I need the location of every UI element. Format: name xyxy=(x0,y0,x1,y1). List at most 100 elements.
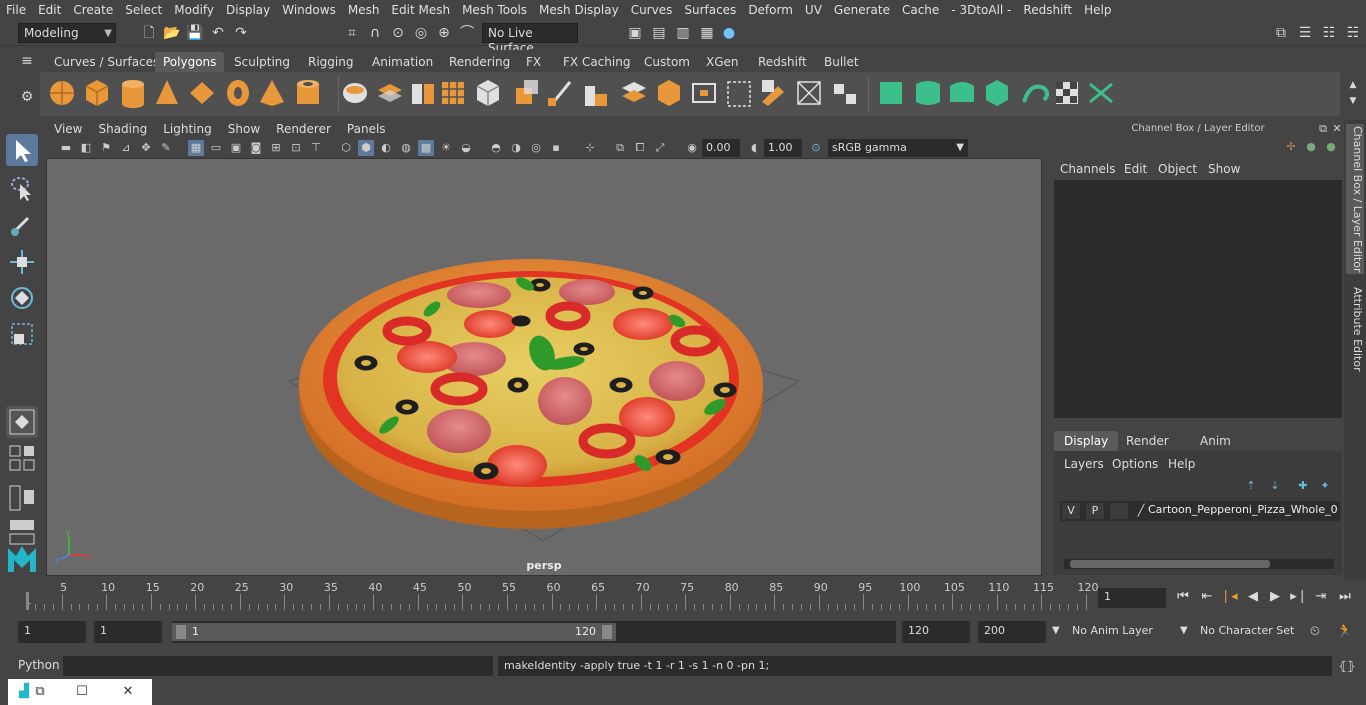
menu-mesh-tools[interactable]: Mesh Tools xyxy=(456,3,533,17)
menu-help[interactable]: Help xyxy=(1078,3,1117,17)
playback-end-field[interactable]: 120 xyxy=(902,621,970,643)
scale-tool[interactable] xyxy=(6,318,38,350)
pizza-model[interactable] xyxy=(299,259,763,529)
smooth-icon[interactable] xyxy=(442,82,464,104)
help-menu[interactable]: Help xyxy=(1168,457,1195,471)
scene-start-field[interactable]: 1 xyxy=(18,621,86,643)
menu-create[interactable]: Create xyxy=(67,3,119,17)
move-layer-up-icon[interactable]: ⇡ xyxy=(1242,477,1260,495)
current-time-marker[interactable] xyxy=(26,592,29,610)
tab-anim[interactable]: Anim xyxy=(1190,431,1241,451)
panel-menu-show[interactable]: Show xyxy=(220,122,268,136)
new-scene-icon[interactable]: 🗋 xyxy=(140,24,158,42)
undo-icon[interactable]: ↶ xyxy=(209,24,227,42)
hyper-icon[interactable]: ● xyxy=(1322,138,1340,156)
layer-name[interactable]: Cartoon_Pepperoni_Pizza_Whole_001 xyxy=(1148,503,1338,516)
shelf-menu-icon[interactable]: ≡ xyxy=(18,52,36,70)
xray-icon[interactable]: ◓ xyxy=(488,140,504,156)
toggle-attribute-editor-icon[interactable]: ☰ xyxy=(1296,24,1314,42)
snap-curve-icon[interactable]: ∩ xyxy=(366,24,384,42)
range-slider-handle[interactable]: 1 120 xyxy=(172,623,616,641)
wireframe-on-shaded-icon[interactable]: ◍ xyxy=(398,140,414,156)
grid-toggle-icon[interactable]: ▦ xyxy=(188,140,204,156)
script-editor-icon[interactable]: ⦃⦄ xyxy=(1338,657,1356,675)
tab-custom[interactable]: Custom xyxy=(636,52,698,72)
target-weld-icon[interactable] xyxy=(797,81,821,105)
auto-key-icon[interactable]: ⏲ xyxy=(1306,623,1324,641)
new-layer-selected-icon[interactable]: ✦ xyxy=(1316,477,1334,495)
separate-icon[interactable] xyxy=(378,84,402,102)
workspace-icon[interactable]: ⧉ xyxy=(1272,24,1290,42)
uv-spherical-icon[interactable] xyxy=(950,82,974,102)
menu-deform[interactable]: Deform xyxy=(742,3,799,17)
field-chart-icon[interactable]: ⊞ xyxy=(268,140,284,156)
isolate-select-icon[interactable]: ⊹ xyxy=(582,140,598,156)
resolution-gate-icon[interactable]: ▣ xyxy=(228,140,244,156)
step-back-key-icon[interactable]: ⇤ xyxy=(1198,588,1216,606)
command-input[interactable] xyxy=(63,656,493,676)
menu-surfaces[interactable]: Surfaces xyxy=(678,3,742,17)
close-window-icon[interactable]: ✕ xyxy=(118,683,138,701)
uv-cylindrical-icon[interactable] xyxy=(916,81,940,105)
uv-unfold-icon[interactable] xyxy=(1022,84,1049,103)
menu-redshift[interactable]: Redshift xyxy=(1017,3,1078,17)
object-menu[interactable]: Object xyxy=(1158,162,1197,176)
safe-action-icon[interactable]: ⊡ xyxy=(288,140,304,156)
poly-cylinder-icon[interactable] xyxy=(122,80,144,108)
uv-planar-icon[interactable] xyxy=(880,82,902,104)
poly-cone-icon[interactable] xyxy=(156,80,178,104)
menu-3dtoall[interactable]: - 3DtoAll - xyxy=(945,3,1017,17)
gamma-field[interactable]: 1.00 xyxy=(764,139,802,157)
move-layer-down-icon[interactable]: ⇣ xyxy=(1266,477,1284,495)
menu-cache[interactable]: Cache xyxy=(896,3,945,17)
camera-attributes-icon[interactable]: ◧ xyxy=(78,140,94,156)
menu-mesh[interactable]: Mesh xyxy=(342,3,386,17)
exposure-icon[interactable]: ◉ xyxy=(684,140,700,156)
snap-view-icon[interactable]: ◎ xyxy=(412,24,430,42)
triangulate-icon[interactable] xyxy=(476,80,500,106)
channel-list[interactable] xyxy=(1054,180,1342,418)
bridge-icon[interactable] xyxy=(622,82,646,102)
ipr-render-icon[interactable]: ▥ xyxy=(674,24,692,42)
offset-edge-icon[interactable] xyxy=(762,80,784,106)
xray-joints-icon[interactable]: ◑ xyxy=(508,140,524,156)
menu-curves[interactable]: Curves xyxy=(625,3,679,17)
select-tool[interactable] xyxy=(6,134,38,166)
layer-playback-toggle[interactable]: P xyxy=(1086,503,1104,519)
tab-fx-caching[interactable]: FX Caching xyxy=(555,52,638,72)
scene-end-field[interactable]: 200 xyxy=(978,621,1046,643)
panel-menu-lighting[interactable]: Lighting xyxy=(155,122,220,136)
save-scene-icon[interactable]: 💾 xyxy=(186,24,204,42)
uv-sew-icon[interactable] xyxy=(1089,82,1113,104)
tab-polygons[interactable]: Polygons xyxy=(155,52,225,72)
step-back-frame-icon[interactable]: ❘◂ xyxy=(1220,588,1238,606)
step-forward-frame-icon[interactable]: ▸❘ xyxy=(1290,588,1308,606)
range-right-grip[interactable] xyxy=(602,625,612,639)
snap-surface-icon[interactable]: ⊕ xyxy=(435,24,453,42)
snap-grid-icon[interactable]: ⌗ xyxy=(343,24,361,42)
layer-visibility-toggle[interactable]: V xyxy=(1062,503,1080,519)
menu-mesh-display[interactable]: Mesh Display xyxy=(533,3,625,17)
uv-checker-icon[interactable] xyxy=(1056,82,1078,104)
shelf-settings-icon[interactable]: ⚙ xyxy=(18,88,36,106)
range-slider[interactable]: 1 120 xyxy=(172,621,896,643)
restore-window-icon[interactable]: ⧉ xyxy=(30,683,50,701)
panel-menu-view[interactable]: View xyxy=(46,122,90,136)
bookmark-icon[interactable]: ⚑ xyxy=(98,140,114,156)
safe-title-icon[interactable]: ⊤ xyxy=(308,140,324,156)
tab-xgen[interactable]: XGen xyxy=(698,52,747,72)
tab-animation[interactable]: Animation xyxy=(364,52,441,72)
tab-channel-box-layer-editor[interactable]: Channel Box / Layer Editor xyxy=(1346,124,1364,274)
panel-menu-panels[interactable]: Panels xyxy=(339,122,394,136)
hud-icon[interactable]: ⧉ xyxy=(612,140,628,156)
panel-menu-shading[interactable]: Shading xyxy=(90,122,155,136)
live-surface-field[interactable]: No Live Surface xyxy=(482,23,578,55)
fill-hole-icon[interactable] xyxy=(692,83,716,103)
go-to-start-icon[interactable]: ⏮ xyxy=(1174,588,1192,606)
menu-file[interactable]: File xyxy=(0,3,32,17)
anim-layer-dropdown[interactable]: ▼ No Anim Layer xyxy=(1050,621,1170,643)
poly-sphere-icon[interactable] xyxy=(50,81,74,105)
new-layer-icon[interactable]: ✚ xyxy=(1294,477,1312,495)
menu-windows[interactable]: Windows xyxy=(276,3,342,17)
magnet-icon[interactable]: ⌒ xyxy=(458,24,476,42)
